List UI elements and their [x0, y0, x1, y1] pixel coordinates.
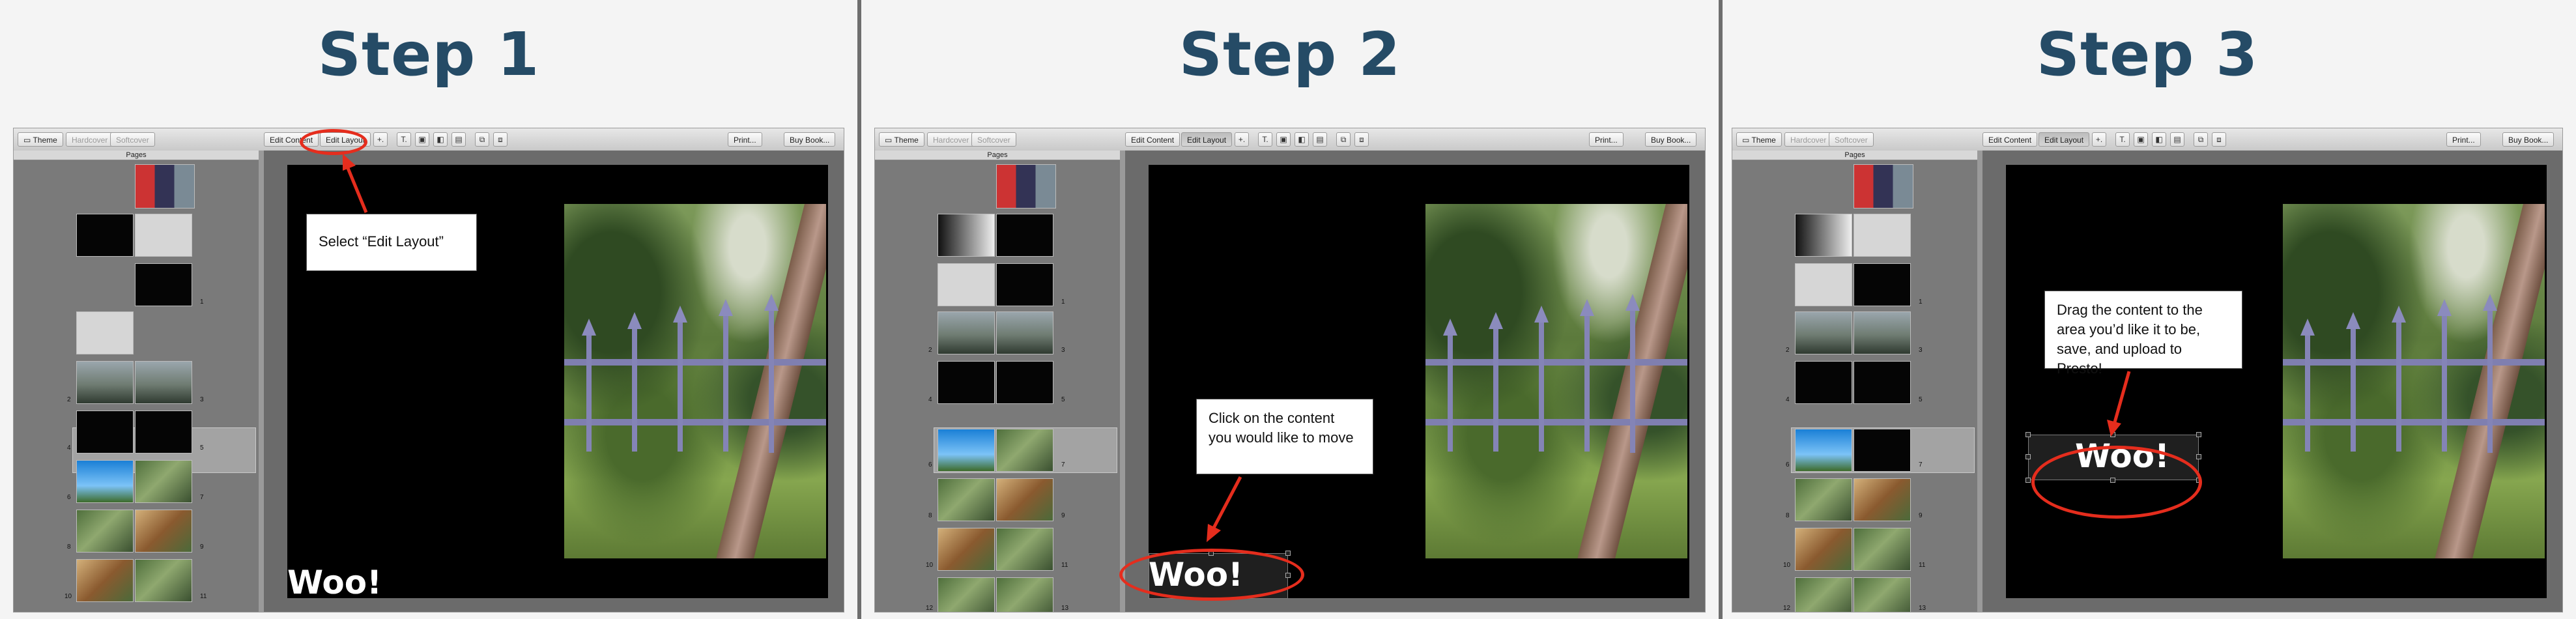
callout-line: save, and upload to Presto!: [2057, 341, 2182, 377]
instruction-callout: Select “Edit Layout”: [306, 214, 477, 271]
callout-line: you would like to move: [1209, 429, 1354, 446]
step-3-panel: Step 3 ▭ Theme Hardcover Softcover Edit …: [1719, 0, 2576, 619]
callout-line: Click on the content: [1209, 410, 1335, 426]
step-1-panel: Step 1 ▭ Theme Hardcover Softcover Edit …: [0, 0, 857, 619]
step-2-panel: Step 2 ▭ Theme Hardcover Softcover Edit …: [861, 0, 1719, 619]
annotation-arrow: [1207, 476, 1242, 542]
callout-line: area you’d like it to be,: [2057, 321, 2201, 338]
instruction-callout: Drag the content to the area you’d like …: [2044, 291, 2242, 377]
instruction-callout: Click on the content you would like to m…: [1196, 399, 1373, 474]
callout-line: Drag the content to the: [2057, 302, 2203, 318]
annotation-arrow: [343, 154, 368, 213]
